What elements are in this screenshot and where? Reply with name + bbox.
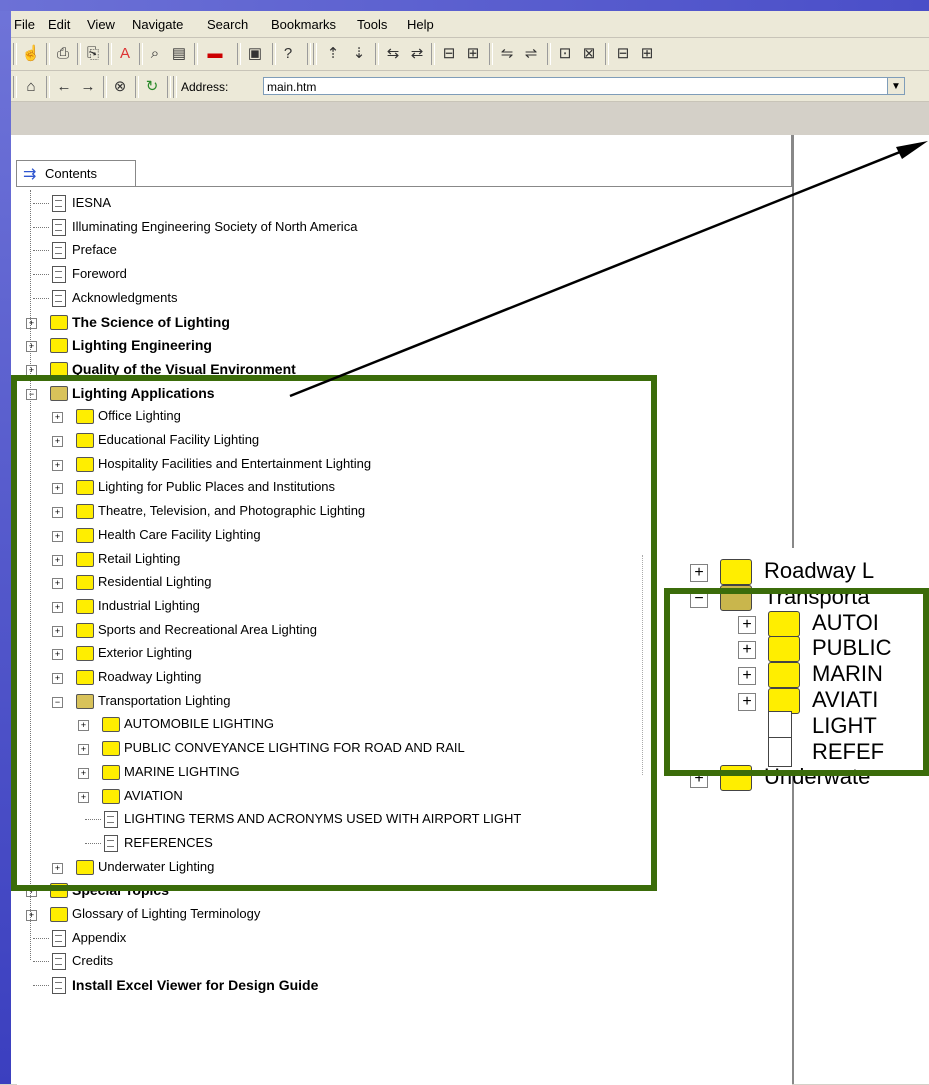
zoom-item-label: Roadway L: [764, 558, 875, 583]
folder-icon: [720, 559, 752, 585]
expand-icon: +: [690, 564, 708, 582]
annotation-arrow: [289, 141, 928, 398]
zoom-highlight-box: [664, 588, 929, 776]
